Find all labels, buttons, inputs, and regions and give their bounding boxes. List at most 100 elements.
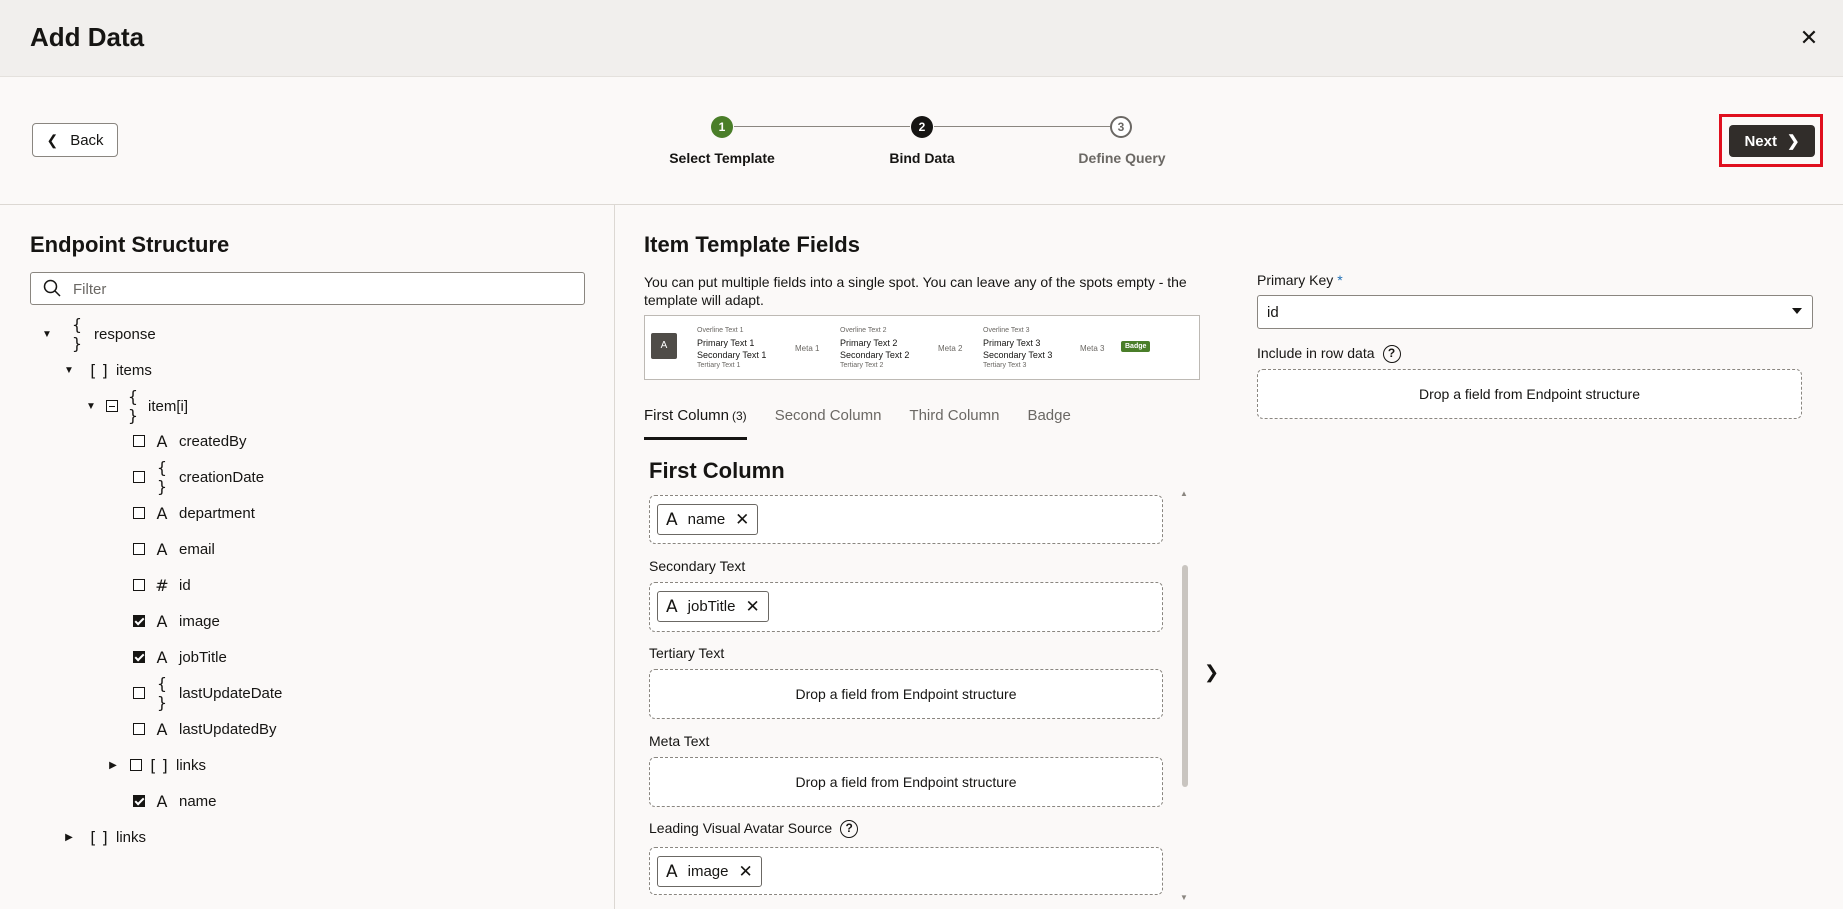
chevron-right-icon[interactable]: ❯ (1204, 662, 1219, 683)
help-icon[interactable]: ? (1382, 345, 1401, 364)
tab-third-column[interactable]: Third Column (909, 401, 999, 437)
avatar-source-label-text: Leading Visual Avatar Source (649, 820, 833, 836)
filter-input[interactable] (73, 277, 573, 301)
tree-node-label: response (94, 325, 156, 343)
include-row-data-label-text: Include in row data (1257, 345, 1375, 361)
text-type-icon: A (156, 719, 168, 739)
meta-text-label: Meta Text (649, 733, 710, 749)
primary-text-dropzone[interactable]: A name ✕ (649, 495, 1163, 544)
expand-toggle-icon[interactable]: ▼ (40, 329, 54, 340)
tree-node-item-i[interactable]: ▼ { } item[i] (84, 387, 189, 425)
remove-chip-icon[interactable]: ✕ (739, 862, 753, 882)
object-icon: { } (156, 674, 168, 712)
endpoint-structure-title: Endpoint Structure (30, 232, 230, 257)
tree-node-label: item[i] (148, 397, 189, 415)
scrollbar-thumb[interactable] (1182, 565, 1188, 787)
step-1-dot[interactable]: 1 (711, 116, 733, 138)
tree-node-jobTitle[interactable]: A jobTitle (133, 642, 227, 672)
expand-toggle-icon[interactable]: ▼ (62, 365, 76, 376)
preview-tertiary: Tertiary Text 1 (697, 362, 741, 369)
close-icon[interactable]: ✕ (1797, 26, 1821, 50)
help-icon[interactable]: ? (840, 820, 859, 839)
tree-checkbox[interactable] (133, 579, 145, 591)
tree-node-label: links (176, 756, 207, 774)
expand-toggle-icon[interactable]: ▶ (62, 832, 76, 843)
tree-node-links-outer[interactable]: ▶ [ ] links (62, 822, 146, 852)
scroll-down-arrow-icon[interactable]: ▼ (1180, 893, 1188, 902)
tab-first-column[interactable]: First Column (3) (644, 401, 747, 440)
field-chip-image: A image ✕ (657, 856, 762, 887)
expand-toggle-icon[interactable]: ▼ (84, 401, 98, 412)
step-3-label[interactable]: Define Query (1042, 150, 1202, 166)
dialog-header: Add Data ✕ (0, 0, 1843, 77)
tree-node-lastUpdatedBy[interactable]: A lastUpdatedBy (133, 714, 277, 744)
tertiary-text-dropzone[interactable]: Drop a field from Endpoint structure (649, 669, 1163, 719)
tree-checkbox[interactable] (133, 543, 145, 555)
tree-node-label: lastUpdateDate (179, 684, 283, 702)
tab-label: Second Column (774, 407, 882, 424)
primary-key-select[interactable]: id (1257, 295, 1813, 329)
tree-node-email[interactable]: A email (133, 534, 215, 564)
tree-checkbox[interactable] (133, 723, 145, 735)
step-2-dot[interactable]: 2 (911, 116, 933, 138)
tree-node-label: createdBy (179, 432, 247, 450)
meta-text-dropzone[interactable]: Drop a field from Endpoint structure (649, 757, 1163, 807)
scroll-up-arrow-icon[interactable]: ▲ (1180, 489, 1188, 498)
tree-node-id[interactable]: # id (133, 570, 191, 600)
tree-node-label: links (116, 828, 147, 846)
expand-toggle-icon[interactable]: ▶ (106, 760, 120, 771)
preview-primary: Primary Text 3 (983, 338, 1041, 348)
step-3-dot[interactable]: 3 (1110, 116, 1132, 138)
step-1-label[interactable]: Select Template (642, 150, 802, 166)
tree-checkbox[interactable] (133, 615, 145, 627)
caret-down-icon (1792, 308, 1802, 314)
tree-node-department[interactable]: A department (133, 498, 255, 528)
template-preview: A Overline Text 1 Primary Text 1 Seconda… (644, 315, 1200, 380)
tree-checkbox[interactable] (130, 759, 142, 771)
back-button[interactable]: ❮ Back (32, 123, 118, 157)
step-2-label[interactable]: Bind Data (842, 150, 1002, 166)
step-connector (934, 126, 1110, 127)
text-type-icon: A (666, 861, 678, 882)
tree-node-createdBy[interactable]: A createdBy (133, 426, 247, 456)
tab-second-column[interactable]: Second Column (775, 401, 882, 437)
preview-tertiary: Tertiary Text 2 (840, 362, 884, 369)
tree-node-response[interactable]: ▼ { } response (40, 315, 156, 353)
secondary-text-dropzone[interactable]: A jobTitle ✕ (649, 582, 1163, 632)
tertiary-text-label: Tertiary Text (649, 645, 725, 661)
next-button-highlight: Next ❯ (1719, 114, 1823, 167)
tree-checkbox[interactable] (133, 651, 145, 663)
preview-tertiary: Tertiary Text 3 (983, 362, 1027, 369)
tree-node-label: image (179, 612, 220, 630)
preview-overline: Overline Text 1 (697, 327, 744, 334)
secondary-text-label: Secondary Text (649, 558, 746, 574)
tree-node-links-inner[interactable]: ▶ [ ] links (106, 750, 206, 780)
tree-checkbox[interactable] (106, 400, 118, 412)
remove-chip-icon[interactable]: ✕ (745, 597, 759, 617)
tree-checkbox[interactable] (133, 471, 145, 483)
section-title: First Column (649, 458, 785, 483)
avatar-source-dropzone[interactable]: A image ✕ (649, 847, 1163, 895)
endpoint-structure-panel: Endpoint Structure ▼ { } response ▼ [ ] … (0, 205, 615, 909)
filter-field[interactable] (30, 272, 585, 305)
tree-checkbox[interactable] (133, 435, 145, 447)
text-type-icon: A (156, 539, 168, 559)
preview-meta: Meta 1 (795, 344, 820, 353)
include-row-data-label: Include in row data? (1257, 345, 1401, 364)
tree-node-label: items (116, 361, 152, 379)
tree-node-lastUpdateDate[interactable]: { } lastUpdateDate (133, 674, 283, 712)
tree-checkbox[interactable] (133, 507, 145, 519)
chip-label: jobTitle (687, 598, 736, 615)
tree-node-name[interactable]: A name (133, 786, 217, 816)
tab-badge[interactable]: Badge (1027, 401, 1070, 437)
preview-overline: Overline Text 3 (983, 327, 1030, 334)
tree-checkbox[interactable] (133, 795, 145, 807)
tree-node-image[interactable]: A image (133, 606, 220, 636)
dropzone-hint: Drop a field from Endpoint structure (795, 774, 1017, 790)
tree-checkbox[interactable] (133, 687, 145, 699)
tree-node-items[interactable]: ▼ [ ] items (62, 355, 152, 385)
remove-chip-icon[interactable]: ✕ (735, 510, 749, 530)
tree-node-creationDate[interactable]: { } creationDate (133, 458, 264, 496)
include-row-data-dropzone[interactable]: Drop a field from Endpoint structure (1257, 369, 1802, 419)
next-button[interactable]: Next ❯ (1729, 125, 1815, 157)
